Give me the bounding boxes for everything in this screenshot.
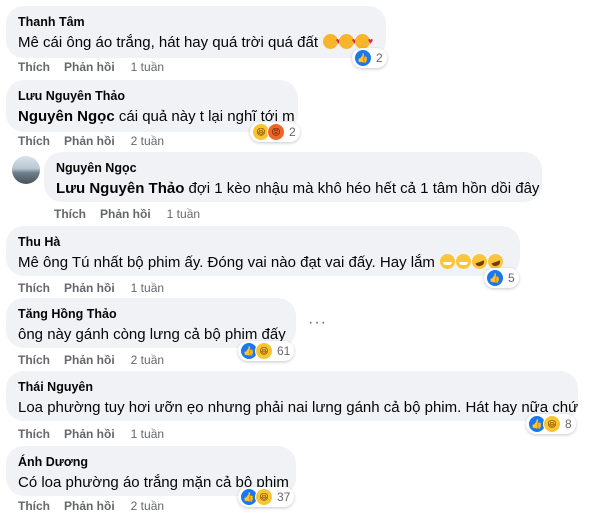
comment-author[interactable]: Thái Nguyên [18,379,566,395]
reply-button[interactable]: Phản hồi [64,353,115,367]
comment-text: Nguyên Ngọc cái quả này t lại nghĩ tới m [18,108,295,125]
mention-link[interactable]: Nguyên Ngọc [18,108,115,125]
smiling-hearts-emoji-icon [323,31,341,51]
reply-button[interactable]: Phản hồi [64,60,115,74]
angry-icon: 😡 [267,123,285,141]
comment-time[interactable]: 1 tuần [167,207,200,221]
reaction-count: 2 [376,51,383,65]
comment-actions: Thích Phản hồi 2 tuần [18,134,178,148]
comment-time[interactable]: 2 tuần [131,353,164,367]
reply-button[interactable]: Phản hồi [100,207,151,221]
comment-actions: Thích Phản hồi 1 tuần [54,207,214,221]
comment-time[interactable]: 1 tuần [131,427,164,441]
like-button[interactable]: Thích [54,207,86,221]
like-button[interactable]: Thích [18,134,50,148]
comment-time[interactable]: 1 tuần [131,60,164,74]
like-button[interactable]: Thích [18,60,50,74]
truncated-top-content: ▪ ▪ [150,0,160,5]
comment-actions: Thích Phản hồi 2 tuần [18,499,178,513]
comment-bubble: Thu Hà Mê ông Tú nhất bộ phim ấy. Đóng v… [6,226,520,276]
comment-text: Mê cái ông áo trắng, hát hay quá trời qu… [18,31,374,53]
comment-text: Loa phường tuy hơi ưỡn ẹo nhưng phải nai… [18,399,579,416]
reaction-summary[interactable]: 👍 2 [352,48,387,68]
reaction-summary[interactable]: 👍 😆 37 [238,487,295,507]
comment-time[interactable]: 1 tuần [131,281,164,295]
grinning-emoji-icon [440,254,456,269]
like-icon: 👍 [354,49,372,67]
avatar[interactable] [12,156,40,184]
comment-author[interactable]: Thu Hà [18,234,508,250]
comment-bubble: Thái Nguyên Loa phường tuy hơi ưỡn ẹo nh… [6,371,578,421]
reaction-count: 5 [508,271,515,285]
reply-button[interactable]: Phản hồi [64,427,115,441]
rolling-laughing-emoji-icon [469,251,490,272]
comment-actions: Thích Phản hồi 1 tuần [18,281,178,295]
reaction-count: 61 [277,344,291,358]
reaction-summary[interactable]: 👍 😆 61 [238,341,295,361]
like-button[interactable]: Thích [18,427,50,441]
reaction-summary[interactable]: 👍 5 [484,268,519,288]
reply-button[interactable]: Phản hồi [64,281,115,295]
like-icon: 👍 [486,269,504,287]
haha-icon: 😆 [255,488,273,506]
comment-text: Mê ông Tú nhất bộ phim ấy. Đóng vai nào … [18,251,508,273]
smiling-hearts-emoji-icon [339,31,357,51]
reply-button[interactable]: Phản hồi [64,499,115,513]
comment-bubble: Nguyên Ngọc Lưu Nguyên Thảo đợi 1 kèo nh… [44,152,542,202]
comment-actions: Thích Phản hồi 1 tuần [18,60,178,74]
comment-author[interactable]: Thanh Tâm [18,14,374,30]
more-options-icon[interactable]: ··· [308,315,327,331]
comment-text: Lưu Nguyên Thảo đợi 1 kèo nhậu mà khô hé… [56,180,540,197]
comment-actions: Thích Phản hồi 1 tuần [18,427,178,441]
comment-author[interactable]: Nguyên Ngọc [56,160,530,176]
comment-author[interactable]: Ánh Dương [18,454,284,470]
comment-time[interactable]: 2 tuần [131,499,164,513]
haha-icon: 😆 [543,415,561,433]
like-button[interactable]: Thích [18,281,50,295]
reaction-count: 2 [289,125,296,139]
reaction-count: 37 [277,490,291,504]
reaction-summary[interactable]: 👍 😆 8 [526,414,576,434]
mention-link[interactable]: Lưu Nguyên Thảo [56,180,184,197]
reaction-count: 8 [565,417,572,431]
like-button[interactable]: Thích [18,353,50,367]
comment-bubble: Thanh Tâm Mê cái ông áo trắng, hát hay q… [6,6,386,58]
grinning-emoji-icon [456,254,472,269]
comment-actions: Thích Phản hồi 2 tuần [18,353,178,367]
comment-time[interactable]: 2 tuần [131,134,164,148]
comment-author[interactable]: Tăng Hồng Thảo [18,306,284,322]
comment-author[interactable]: Lưu Nguyên Thảo [18,88,286,104]
like-button[interactable]: Thích [18,499,50,513]
reaction-summary[interactable]: 😆 😡 2 [250,122,300,142]
haha-icon: 😆 [255,342,273,360]
smiling-hearts-emoji-icon [355,31,373,51]
reply-button[interactable]: Phản hồi [64,134,115,148]
